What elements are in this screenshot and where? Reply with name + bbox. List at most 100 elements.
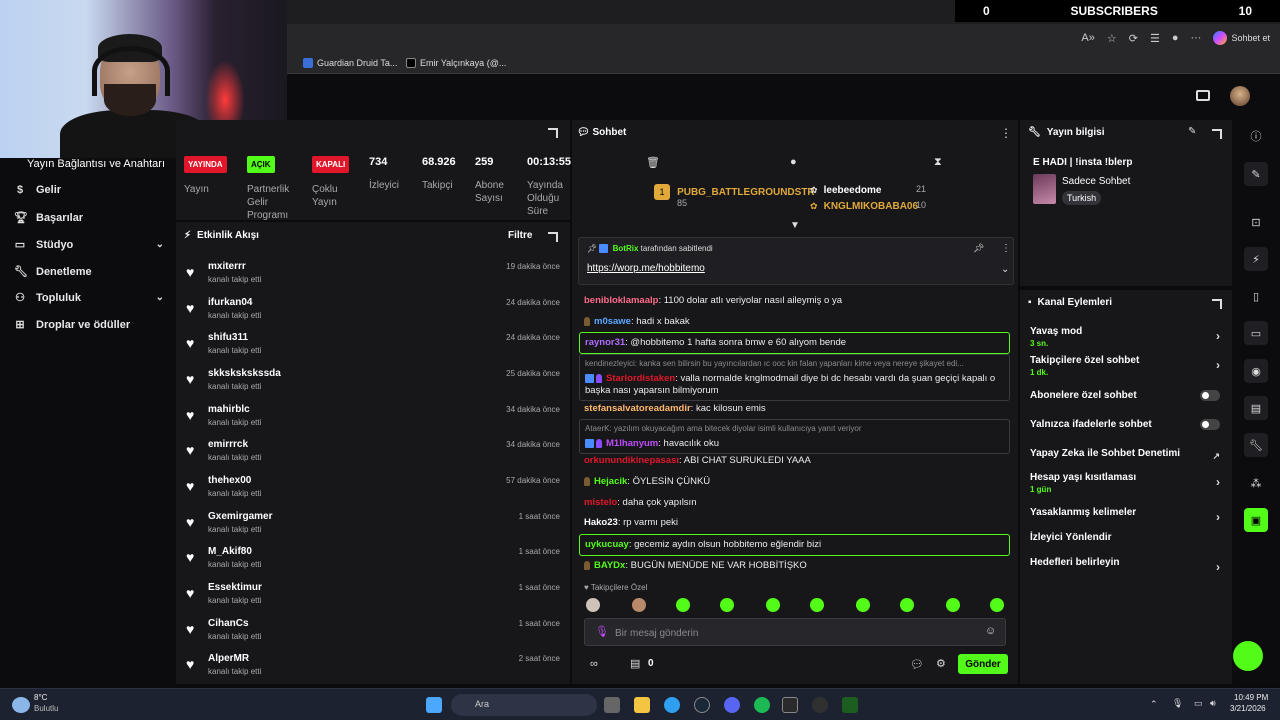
chat-username[interactable]: m0sawe <box>594 316 631 327</box>
chat-message-input[interactable] <box>615 625 975 641</box>
emoji-picker-icon[interactable]: ☺ <box>985 625 996 637</box>
action-account-age[interactable]: Hesap yaşı kısıtlaması 1 gün › <box>1030 472 1226 494</box>
sidebar-item-studyo[interactable]: ▭ Stüdyo ⌄ <box>14 238 164 252</box>
discord-icon[interactable] <box>724 697 740 713</box>
kick-app-icon[interactable] <box>842 697 858 713</box>
layout-icon[interactable]: ▤ <box>1244 396 1268 420</box>
network-icon[interactable]: ▭ <box>1194 698 1203 709</box>
stream-key-link[interactable]: Yayın Bağlantısı ve Anahtarı <box>27 158 165 170</box>
chat-username[interactable]: orkunundikinepasası <box>584 455 679 466</box>
channel-points-icon[interactable]: ∞ <box>590 658 598 670</box>
bolt-icon[interactable]: ⚡︎ <box>1244 247 1268 271</box>
sidebar-item-topluluk[interactable]: ⚇ Topluluk ⌄ <box>14 291 164 305</box>
emote-icon[interactable] <box>810 598 824 612</box>
sidebar-item-basarilar[interactable]: 🏆︎ Başarılar <box>14 211 164 225</box>
sidebar-item-denetleme[interactable]: 🔧︎ Denetleme <box>14 265 164 279</box>
copilot-chat-button[interactable]: Sohbet et <box>1213 31 1270 45</box>
follower-name[interactable]: skkskskskssda <box>208 368 281 379</box>
edit-pencil-icon[interactable]: ✎ <box>1188 126 1196 137</box>
chat-username[interactable]: Hako23 <box>584 517 618 528</box>
emote-icon[interactable] <box>720 598 734 612</box>
action-banned-words[interactable]: Yasaklanmış kelimeler › <box>1030 507 1226 524</box>
clapper-icon[interactable]: ▣ <box>1244 508 1268 532</box>
action-ai-moderation[interactable]: Yapay Zeka ile Sohbet Denetimi ↗ <box>1030 448 1226 461</box>
follower-name[interactable]: Essektimur <box>208 582 262 593</box>
weather-icon[interactable] <box>12 697 30 713</box>
gift-icon[interactable]: ▤ <box>630 657 640 670</box>
chat-bubble-icon[interactable]: ▭ <box>1244 321 1268 345</box>
collections-icon[interactable]: ☰ <box>1150 32 1160 45</box>
follower-name[interactable]: M_Akif80 <box>208 546 252 557</box>
hourglass-icon[interactable]: ⧗ <box>934 156 942 169</box>
follower-name[interactable]: ifurkan04 <box>208 297 252 308</box>
taskbar-search[interactable]: Ara <box>451 694 597 716</box>
sidebar-item-gelir[interactable]: $ Gelir <box>14 184 164 196</box>
popout-icon[interactable] <box>1212 129 1222 139</box>
gear-icon[interactable]: ⚙ <box>936 657 946 670</box>
popout-icon[interactable] <box>548 232 558 242</box>
bookmark-guardian[interactable]: Guardian Druid Ta... <box>303 58 397 68</box>
file-explorer-icon[interactable] <box>634 697 650 713</box>
clock-date[interactable]: 3/21/2026 <box>1230 704 1266 713</box>
edit-pencil-icon[interactable]: ✎ <box>1244 162 1268 186</box>
camera-icon[interactable]: ⊡ <box>1244 210 1268 234</box>
emote-icon[interactable] <box>766 598 780 612</box>
profile-icon[interactable]: ● <box>1172 32 1179 44</box>
subscribers-only-toggle[interactable] <box>1200 390 1220 401</box>
steam-icon[interactable] <box>694 697 710 713</box>
microphone-icon[interactable]: 🎙︎ <box>1172 698 1183 709</box>
trash-icon[interactable]: 🗑︎ <box>646 156 660 169</box>
document-icon[interactable]: ▯ <box>1244 284 1268 308</box>
follower-name[interactable]: AlperMR <box>208 653 249 664</box>
stream-category[interactable]: Sadece Sohbet <box>1062 176 1130 187</box>
volume-icon[interactable]: 🔊︎ <box>1210 698 1216 709</box>
wrench-icon[interactable]: 🔧︎ <box>1244 433 1268 457</box>
chat-menu-icon[interactable]: ⋮ <box>1000 126 1012 140</box>
collapse-leaderboard-icon[interactable]: ▼ <box>790 220 800 231</box>
nodes-icon[interactable]: ⁂ <box>1244 471 1268 495</box>
chat-bubble-icon[interactable]: 💬︎ <box>910 658 924 671</box>
emote-icon[interactable] <box>856 598 870 612</box>
follower-name[interactable]: thehex00 <box>208 475 251 486</box>
support-headset-button[interactable] <box>1233 641 1263 671</box>
bookmark-emir[interactable]: Emir Yalçınkaya (@... <box>406 58 506 68</box>
chat-username[interactable]: benibloklamaalp <box>584 295 658 306</box>
follower-name[interactable]: emirrrck <box>208 439 248 450</box>
clock-time[interactable]: 10:49 PM <box>1234 693 1268 702</box>
edge-icon[interactable] <box>664 697 680 713</box>
chat-username[interactable]: stefansalvatoreadamdir <box>584 403 691 414</box>
tray-chevron-icon[interactable]: ⌃ <box>1150 699 1158 710</box>
follower-name[interactable]: Gxemirgamer <box>208 511 272 522</box>
follower-name[interactable]: mxiterrr <box>208 261 246 272</box>
chat-username[interactable]: uykucuay <box>585 539 629 550</box>
info-icon[interactable]: ⓘ <box>1244 124 1268 148</box>
chat-settings-icon[interactable]: ● <box>790 156 797 168</box>
action-goals[interactable]: Hedefleri belirleyin › <box>1030 557 1226 574</box>
send-button[interactable]: Gönder <box>958 654 1008 674</box>
microphone-icon[interactable]: 🎙︎ <box>595 625 609 638</box>
windows-start-icon[interactable] <box>426 697 442 713</box>
emote-icon[interactable] <box>900 598 914 612</box>
emotes-only-toggle[interactable] <box>1200 419 1220 430</box>
spotify-icon[interactable] <box>754 697 770 713</box>
chat-username[interactable]: Hejacik <box>594 476 627 487</box>
category-thumbnail[interactable] <box>1033 174 1056 204</box>
action-slow-mode[interactable]: Yavaş mod 3 sn. › <box>1030 326 1226 348</box>
chat-username[interactable]: raynor31 <box>585 337 625 348</box>
sidebar-item-droplar[interactable]: ⊞ Droplar ve ödüller <box>14 318 164 332</box>
emote-icon[interactable] <box>676 598 690 612</box>
chat-username[interactable]: mistelo <box>584 497 617 508</box>
emote-icon[interactable] <box>946 598 960 612</box>
follower-name[interactable]: mahirblc <box>208 404 250 415</box>
emote-icon[interactable] <box>586 598 600 612</box>
popout-icon[interactable] <box>548 128 558 138</box>
more-options-icon[interactable]: ··· <box>1190 32 1201 44</box>
action-followers-only[interactable]: Takipçilere özel sohbet 1 dk. › <box>1030 355 1226 377</box>
action-raid[interactable]: İzleyici Yönlendir <box>1030 532 1226 543</box>
broadcast-icon[interactable]: ◉ <box>1244 359 1268 383</box>
read-aloud-icon[interactable]: A» <box>1081 32 1094 44</box>
chat-username[interactable]: BAYDx <box>594 560 625 571</box>
emote-icon[interactable] <box>990 598 1004 612</box>
pinned-link[interactable]: https://worp.me/hobbitemo <box>587 263 705 274</box>
follower-name[interactable]: CihanCs <box>208 618 249 629</box>
